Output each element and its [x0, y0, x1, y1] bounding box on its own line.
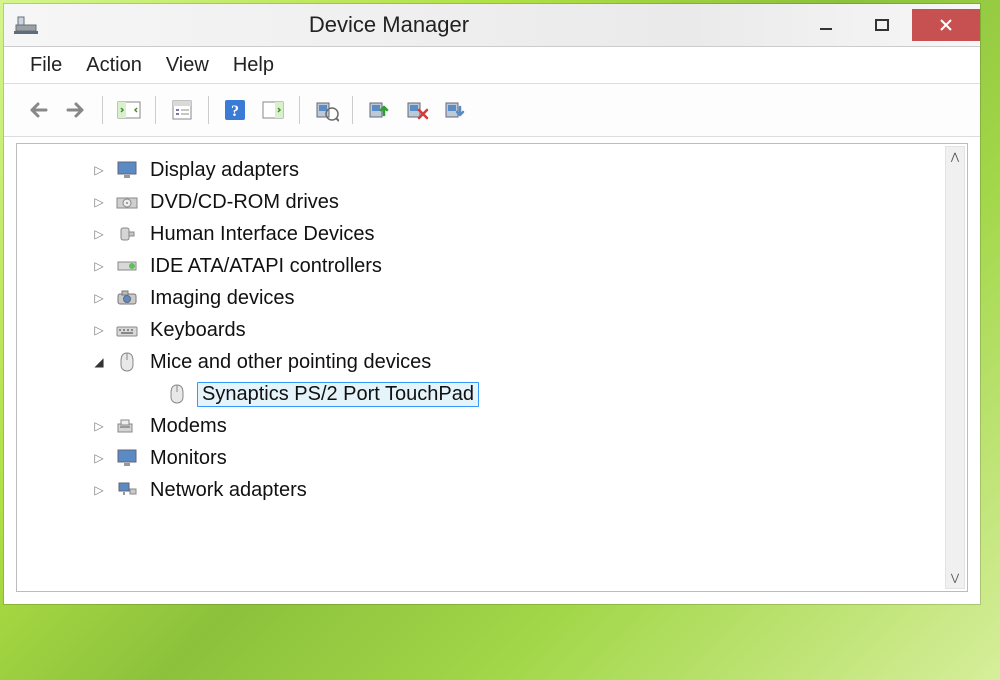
svg-text:?: ? — [231, 103, 239, 120]
expand-icon[interactable]: ▷ — [91, 483, 107, 497]
update-driver-button[interactable] — [308, 92, 344, 128]
toolbar-sep — [299, 96, 300, 124]
modem-icon — [115, 415, 139, 437]
scan-hardware-button[interactable] — [437, 92, 473, 128]
monitor-icon — [115, 159, 139, 181]
monitor-icon — [115, 447, 139, 469]
controller-icon — [115, 255, 139, 277]
menubar: File Action View Help — [4, 47, 980, 84]
keyboard-icon — [115, 319, 139, 341]
tree-item-label: Modems — [147, 415, 230, 438]
tree-item-network-adapters[interactable]: ▷ Network adapters — [21, 474, 967, 506]
back-button[interactable] — [20, 92, 56, 128]
tree-item-keyboards[interactable]: ▷ Keyboards — [21, 314, 967, 346]
vertical-scrollbar[interactable]: ⋀ ⋁ — [945, 146, 965, 589]
tree-item-hid[interactable]: ▷ Human Interface Devices — [21, 218, 967, 250]
tree-item-synaptics-touchpad[interactable]: Synaptics PS/2 Port TouchPad — [21, 378, 967, 410]
tree-item-label: Human Interface Devices — [147, 223, 378, 246]
toolbar-sep — [208, 96, 209, 124]
mouse-icon — [115, 351, 139, 373]
tree-item-label: DVD/CD-ROM drives — [147, 191, 342, 214]
tree-item-modems[interactable]: ▷ Modems — [21, 410, 967, 442]
device-tree[interactable]: ▷ Display adapters ▷ DVD/CD-ROM drives ▷… — [17, 144, 967, 591]
tree-item-label: Mice and other pointing devices — [147, 351, 434, 374]
titlebar: Device Manager — [4, 4, 980, 47]
enable-device-button[interactable] — [361, 92, 397, 128]
tree-item-dvd-cdrom[interactable]: ▷ DVD/CD-ROM drives — [21, 186, 967, 218]
tree-item-imaging[interactable]: ▷ Imaging devices — [21, 282, 967, 314]
close-button[interactable] — [912, 9, 980, 41]
device-tree-pane: ▷ Display adapters ▷ DVD/CD-ROM drives ▷… — [16, 143, 968, 592]
toolbar-sep — [155, 96, 156, 124]
menu-action[interactable]: Action — [86, 54, 142, 77]
tree-item-monitors[interactable]: ▷ Monitors — [21, 442, 967, 474]
hid-icon — [115, 223, 139, 245]
menu-view[interactable]: View — [166, 54, 209, 77]
menu-help[interactable]: Help — [233, 54, 274, 77]
expand-icon[interactable]: ▷ — [91, 227, 107, 241]
tree-item-label: Monitors — [147, 447, 230, 470]
tree-item-display-adapters[interactable]: ▷ Display adapters — [21, 154, 967, 186]
expand-icon[interactable]: ▷ — [91, 163, 107, 177]
expand-icon[interactable]: ▷ — [91, 195, 107, 209]
show-hide-console-tree-button[interactable] — [111, 92, 147, 128]
toolbar-sep — [102, 96, 103, 124]
tree-item-ide-ata[interactable]: ▷ IDE ATA/ATAPI controllers — [21, 250, 967, 282]
expand-icon[interactable]: ▷ — [91, 323, 107, 337]
tree-item-label: Synaptics PS/2 Port TouchPad — [197, 382, 479, 407]
action-pane-toggle-button[interactable] — [255, 92, 291, 128]
tree-item-label: IDE ATA/ATAPI controllers — [147, 255, 385, 278]
tree-item-label: Imaging devices — [147, 287, 298, 310]
scroll-up-arrow-icon[interactable]: ⋀ — [946, 147, 964, 167]
collapse-icon[interactable]: ◢ — [91, 355, 107, 369]
uninstall-device-button[interactable] — [399, 92, 435, 128]
expand-icon[interactable]: ▷ — [91, 291, 107, 305]
expand-icon[interactable]: ▷ — [91, 259, 107, 273]
tree-item-label: Network adapters — [147, 479, 310, 502]
forward-button[interactable] — [58, 92, 94, 128]
toolbar-sep — [352, 96, 353, 124]
scroll-down-arrow-icon[interactable]: ⋁ — [946, 568, 964, 588]
minimize-button[interactable] — [800, 10, 852, 40]
tree-item-label: Keyboards — [147, 319, 249, 342]
maximize-button[interactable] — [856, 10, 908, 40]
menu-file[interactable]: File — [30, 54, 62, 77]
tree-item-mice[interactable]: ◢ Mice and other pointing devices — [21, 346, 967, 378]
optical-drive-icon — [115, 191, 139, 213]
toolbar: ? — [4, 84, 980, 137]
expand-icon[interactable]: ▷ — [91, 419, 107, 433]
help-button[interactable]: ? — [217, 92, 253, 128]
expand-icon[interactable]: ▷ — [91, 451, 107, 465]
window-controls — [800, 4, 980, 46]
network-icon — [115, 479, 139, 501]
camera-icon — [115, 287, 139, 309]
window-title: Device Manager — [0, 12, 800, 38]
mouse-icon — [165, 383, 189, 405]
device-manager-window: Device Manager File Action View Help — [4, 4, 980, 604]
properties-button[interactable] — [164, 92, 200, 128]
tree-item-label: Display adapters — [147, 159, 302, 182]
